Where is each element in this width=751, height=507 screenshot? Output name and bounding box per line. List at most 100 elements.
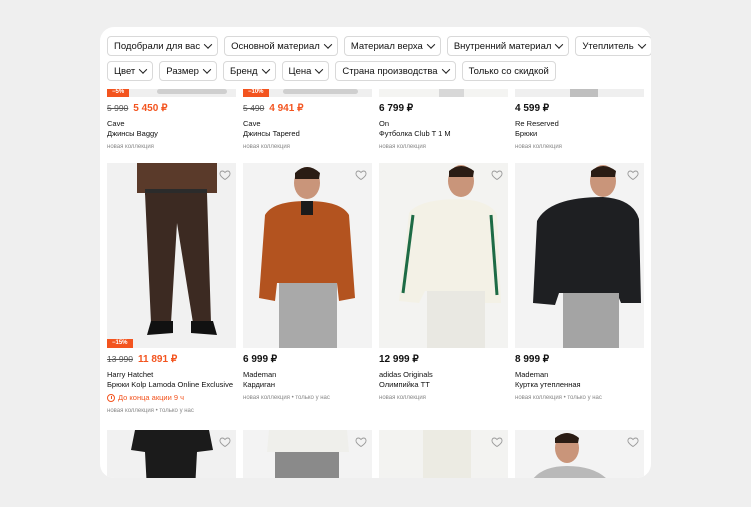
model-jacket-illustration <box>533 165 641 348</box>
product-card[interactable] <box>243 430 372 478</box>
product-image[interactable] <box>379 430 508 478</box>
model-illustration <box>423 430 471 478</box>
filter-price[interactable]: Цена <box>281 61 330 81</box>
product-card[interactable]: 6 799 ₽ On Футболка Club T 1 M новая кол… <box>379 89 508 150</box>
promo-timer: До конца акции 9 ч <box>107 393 236 402</box>
filters-bar: Подобрали для вас Основной материал Мате… <box>107 36 651 86</box>
chevron-down-icon <box>555 40 564 49</box>
filter-recommended[interactable]: Подобрали для вас <box>107 36 219 56</box>
current-price: 4 599 ₽ <box>515 103 550 114</box>
chevron-down-icon <box>426 40 436 49</box>
product-card[interactable]: −15% 13 990 11 891 ₽ Harry Hatchet Брюки … <box>107 163 236 414</box>
price: 6 999 ₽ <box>243 354 372 365</box>
old-price: 5 990 <box>107 103 129 113</box>
current-price: 6 999 ₽ <box>243 354 278 365</box>
product-tags: новая коллекция <box>515 144 562 150</box>
price: 12 999 ₽ <box>379 354 508 365</box>
price: 6 799 ₽ <box>379 103 508 114</box>
product-name: Джинсы Baggy <box>107 129 158 138</box>
product-brand: Cave <box>243 119 261 128</box>
product-brand: Mademan <box>243 370 277 379</box>
product-card[interactable] <box>379 430 508 478</box>
product-card[interactable]: 8 999 ₽ Mademan Куртка утепленная новая … <box>515 163 644 401</box>
product-tags: новая коллекция • только у нас <box>107 408 194 414</box>
product-name: Олимпийка ТТ <box>379 380 430 389</box>
current-price: 6 799 ₽ <box>379 103 414 114</box>
product-card[interactable] <box>515 430 644 478</box>
price: 5 990 5 450 ₽ <box>107 103 236 114</box>
pants-illustration <box>439 89 464 97</box>
product-image[interactable]: −15% <box>107 163 236 348</box>
discount-badge: −5% <box>107 89 130 97</box>
product-brand: adidas Originals <box>379 370 433 379</box>
product-card[interactable]: 6 999 ₽ Mademan Кардиган новая коллекция… <box>243 163 372 401</box>
product-brand: Cave <box>107 119 125 128</box>
filters-row-2: Цвет Размер Бренд Цена Страна производст… <box>107 61 647 81</box>
model-pants-illustration <box>137 163 217 335</box>
current-price: 12 999 ₽ <box>379 354 419 365</box>
product-card[interactable]: −5% 5 990 5 450 ₽ Cave Джинсы Baggy новая… <box>107 89 236 150</box>
product-name: Футболка Club T 1 M <box>379 129 451 138</box>
product-tags: новая коллекция <box>107 144 154 150</box>
product-image[interactable] <box>515 89 644 97</box>
discount-badge: −10% <box>243 89 269 97</box>
product-name: Брюки <box>515 129 538 138</box>
filter-discount-only[interactable]: Только со скидкой <box>461 61 556 81</box>
product-name: Куртка утепленная <box>515 380 581 389</box>
current-price: 8 999 ₽ <box>515 354 550 365</box>
product-brand: Re Reserved <box>515 119 559 128</box>
old-price: 5 490 <box>243 103 265 113</box>
sale-price: 4 941 ₽ <box>269 103 304 114</box>
chevron-down-icon <box>637 40 646 49</box>
filters-row-1: Подобрали для вас Основной материал Мате… <box>107 36 651 56</box>
product-tags: новая коллекция <box>379 395 426 401</box>
product-image[interactable]: −10% <box>243 89 372 97</box>
product-card[interactable]: −10% 5 490 4 941 ₽ Cave Джинсы Tapered но… <box>243 89 372 150</box>
product-image[interactable]: −5% <box>107 89 236 97</box>
product-tags: новая коллекция • только у нас <box>243 395 330 401</box>
model-illustration <box>267 430 349 478</box>
product-tags: новая коллекция • только у нас <box>515 395 602 401</box>
product-brand: Harry Hatchet <box>107 370 154 379</box>
product-image[interactable] <box>379 163 508 348</box>
chevron-down-icon <box>315 65 324 74</box>
filter-color[interactable]: Цвет <box>107 61 154 81</box>
pants-illustration <box>570 89 598 97</box>
price: 8 999 ₽ <box>515 354 644 365</box>
product-image[interactable] <box>243 163 372 348</box>
filter-inner-material[interactable]: Внутренний материал <box>446 36 570 56</box>
filter-size[interactable]: Размер <box>159 61 217 81</box>
chevron-down-icon <box>261 65 270 74</box>
filter-country[interactable]: Страна производства <box>335 61 456 81</box>
product-image[interactable] <box>515 430 644 478</box>
product-card[interactable]: 12 999 ₽ adidas Originals Олимпийка ТТ н… <box>379 163 508 401</box>
filter-insulation[interactable]: Утеплитель <box>575 36 651 56</box>
product-grid: −5% 5 990 5 450 ₽ Cave Джинсы Baggy новая… <box>107 89 647 478</box>
model-cardigan-illustration <box>259 167 355 348</box>
price: 5 490 4 941 ₽ <box>243 103 372 114</box>
old-price: 13 990 <box>107 354 133 364</box>
chevron-down-icon <box>203 40 213 49</box>
discount-badge: −15% <box>107 339 133 348</box>
filter-main-material[interactable]: Основной материал <box>224 36 338 56</box>
product-name: Джинсы Tapered <box>243 129 300 138</box>
product-image[interactable] <box>243 430 372 478</box>
sale-price: 11 891 ₽ <box>138 354 178 365</box>
product-tags: новая коллекция <box>243 144 290 150</box>
shoe-illustration <box>157 89 227 94</box>
chevron-down-icon <box>139 65 148 74</box>
product-card[interactable]: 4 599 ₽ Re Reserved Брюки новая коллекци… <box>515 89 644 150</box>
product-image[interactable] <box>379 89 508 97</box>
sale-price: 5 450 ₽ <box>133 103 168 114</box>
price: 4 599 ₽ <box>515 103 644 114</box>
model-track-jacket-illustration <box>399 165 501 348</box>
product-image[interactable] <box>515 163 644 348</box>
filter-brand[interactable]: Бренд <box>222 61 276 81</box>
product-image[interactable] <box>107 430 236 478</box>
product-card[interactable] <box>107 430 236 478</box>
model-illustration <box>533 433 606 478</box>
catalog-card: Подобрали для вас Основной материал Мате… <box>100 27 651 478</box>
product-brand: On <box>379 119 390 128</box>
product-brand: Mademan <box>515 370 549 379</box>
filter-upper-material[interactable]: Материал верха <box>343 36 441 56</box>
